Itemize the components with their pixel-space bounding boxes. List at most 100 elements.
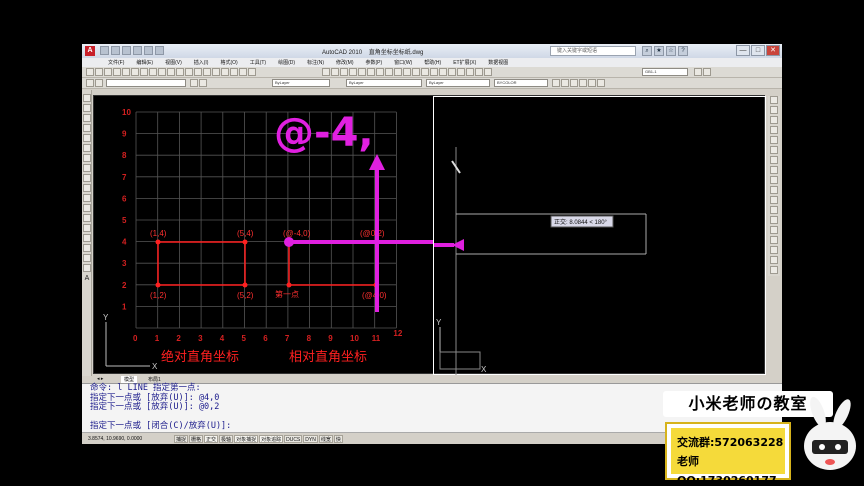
open-file-icon[interactable] [111,46,120,55]
layer-state-icon[interactable] [95,79,103,87]
offset-icon[interactable] [770,126,778,134]
table-style-icon[interactable] [703,68,711,76]
close-button[interactable]: ✕ [766,45,780,56]
trim-icon[interactable] [770,186,778,194]
save-icon[interactable] [122,46,131,55]
dim-edit-icon[interactable] [466,68,474,76]
toggle-ducs[interactable]: DUCS [284,435,303,443]
visual-style-conceptual-icon[interactable] [588,79,596,87]
menu-window[interactable]: 窗口(W) [394,59,412,66]
menu-express[interactable]: ET扩展(X) [453,59,476,66]
quick-dim-icon[interactable] [394,68,402,76]
visual-style-hidden-icon[interactable] [570,79,578,87]
drawing-area[interactable]: 10 9 8 7 6 5 4 3 2 1 0 1 2 3 4 5 6 7 8 9 10 11 12 (1,4) (5,4) [93,95,766,376]
layer-previous-icon[interactable] [199,79,207,87]
toggle-snap[interactable]: 捕捉 [174,435,189,443]
zoom-realtime-icon[interactable] [203,68,211,76]
pan-icon[interactable] [194,68,202,76]
dim-radius-icon[interactable] [358,68,366,76]
table-icon[interactable] [83,264,91,272]
stretch-icon[interactable] [770,176,778,184]
dim-update-icon[interactable] [484,68,492,76]
open-icon[interactable] [95,68,103,76]
menu-help[interactable]: 帮助(H) [424,59,441,66]
dim-diameter-icon[interactable] [376,68,384,76]
redo-icon[interactable] [144,46,153,55]
toggle-osnap[interactable]: 对象捕捉 [234,435,259,443]
match-properties-icon[interactable] [167,68,175,76]
visual-style-realistic-icon[interactable] [579,79,587,87]
color-select[interactable]: ByLayer [272,79,330,87]
rectangle-icon[interactable] [83,134,91,142]
menu-view[interactable]: 视图(V) [165,59,182,66]
arc-icon[interactable] [83,144,91,152]
polyline-icon[interactable] [83,114,91,122]
region-icon[interactable] [83,254,91,262]
menu-insert[interactable]: 插入(I) [194,59,209,66]
toggle-polar[interactable]: 极轴 [219,435,234,443]
toggle-ortho[interactable]: 正交 [204,435,219,443]
dim-break-icon[interactable] [430,68,438,76]
dim-space-icon[interactable] [421,68,429,76]
copy-object-icon[interactable] [770,106,778,114]
dim-text-edit-icon[interactable] [475,68,483,76]
new-file-icon[interactable] [100,46,109,55]
plotstyle-select[interactable]: BYCOLOR [494,79,548,87]
menu-draw[interactable]: 绘图(D) [278,59,295,66]
help-icon[interactable]: ? [678,46,688,56]
tab-nav-arrows[interactable]: ◂ ▸ [97,376,103,382]
move-icon[interactable] [770,146,778,154]
copy-icon[interactable] [149,68,157,76]
help-search-input[interactable]: 键入关键字或短语 [550,46,636,56]
publish-icon[interactable] [131,68,139,76]
join-icon[interactable] [770,226,778,234]
redo-icon[interactable] [185,68,193,76]
plot-icon[interactable] [155,46,164,55]
dim-angular-icon[interactable] [385,68,393,76]
preview-icon[interactable] [122,68,130,76]
tab-model[interactable]: 模型 [121,376,138,383]
menu-edit[interactable]: 编辑(E) [136,59,153,66]
ellipse-icon[interactable] [83,184,91,192]
spline-icon[interactable] [83,174,91,182]
polygon-icon[interactable] [83,124,91,132]
revision-cloud-icon[interactable] [83,164,91,172]
center-mark-icon[interactable] [448,68,456,76]
linetype-select[interactable]: ByLayer [346,79,422,87]
autocad-logo-icon[interactable]: A [85,46,95,56]
design-center-icon[interactable] [239,68,247,76]
minimize-button[interactable]: — [736,45,750,56]
dim-baseline-icon[interactable] [403,68,411,76]
dim-arc-icon[interactable] [340,68,348,76]
toggle-otrack[interactable]: 对象追踪 [259,435,284,443]
make-current-icon[interactable] [190,79,198,87]
visual-style-2d-icon[interactable] [552,79,560,87]
viewport-right[interactable]: 正交: 8.0844 < 180° Y X [433,96,766,376]
menu-format[interactable]: 格式(O) [220,59,237,66]
inspect-icon[interactable] [457,68,465,76]
construction-line-icon[interactable] [83,104,91,112]
extend-icon[interactable] [770,196,778,204]
undo-icon[interactable] [133,46,142,55]
hatch-icon[interactable] [83,234,91,242]
maximize-button[interactable]: □ [751,45,765,56]
menu-dimension[interactable]: 标注(N) [307,59,324,66]
insert-block-icon[interactable] [83,204,91,212]
point-icon[interactable] [83,224,91,232]
dim-linear-icon[interactable] [322,68,330,76]
render-icon[interactable] [597,79,605,87]
style-icon[interactable] [694,68,702,76]
scale-icon[interactable] [770,166,778,174]
properties-icon[interactable] [230,68,238,76]
line-icon[interactable] [83,94,91,102]
dim-aligned-icon[interactable] [331,68,339,76]
erase-icon[interactable] [770,96,778,104]
layer-select[interactable] [106,79,186,87]
lineweight-select[interactable]: ByLayer [426,79,490,87]
zoom-window-icon[interactable] [212,68,220,76]
dim-style-select[interactable]: GB1-1 [642,68,688,76]
undo-icon[interactable] [176,68,184,76]
fillet-icon[interactable] [770,246,778,254]
make-block-icon[interactable] [83,214,91,222]
viewport-left[interactable]: 10 9 8 7 6 5 4 3 2 1 0 1 2 3 4 5 6 7 8 9 10 11 12 (1,4) (5,4) [94,96,449,375]
